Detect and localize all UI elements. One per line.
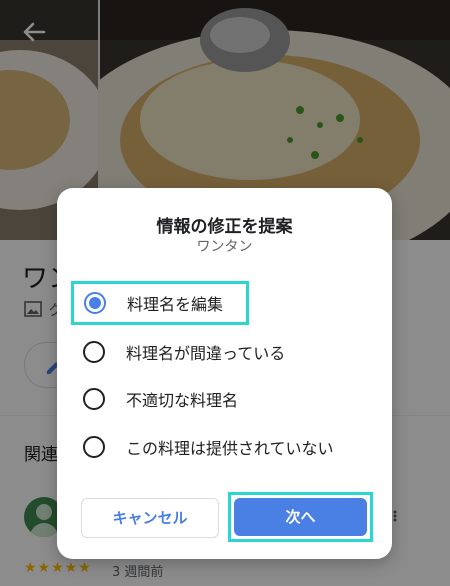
radio-icon[interactable]: [83, 341, 105, 363]
cancel-button[interactable]: キャンセル: [81, 498, 219, 538]
option-edit-name[interactable]: 料理名を編集: [71, 281, 249, 325]
option-wrong-name[interactable]: 料理名が間違っている: [73, 335, 373, 369]
radio-selected-icon[interactable]: [84, 292, 106, 314]
radio-icon[interactable]: [83, 388, 105, 410]
option-label: 料理名が間違っている: [126, 344, 286, 363]
dialog-subtitle: ワンタン: [196, 239, 253, 255]
next-button-highlight: 次へ: [228, 492, 373, 542]
radio-icon[interactable]: [83, 436, 105, 458]
suggest-edit-dialog: 情報の修正を提案 ワンタン 料理名を編集 料理名が間違っている 不適切な料理名 …: [57, 188, 392, 559]
option-not-served[interactable]: この料理は提供されていない: [73, 430, 373, 464]
option-label: 料理名を編集: [127, 295, 224, 314]
next-button[interactable]: 次へ: [234, 498, 367, 536]
option-label: この料理は提供されていない: [126, 439, 334, 458]
dialog-title: 情報の修正を提案: [156, 217, 293, 237]
option-label: 不適切な料理名: [126, 391, 239, 410]
option-inappropriate-name[interactable]: 不適切な料理名: [73, 382, 373, 416]
